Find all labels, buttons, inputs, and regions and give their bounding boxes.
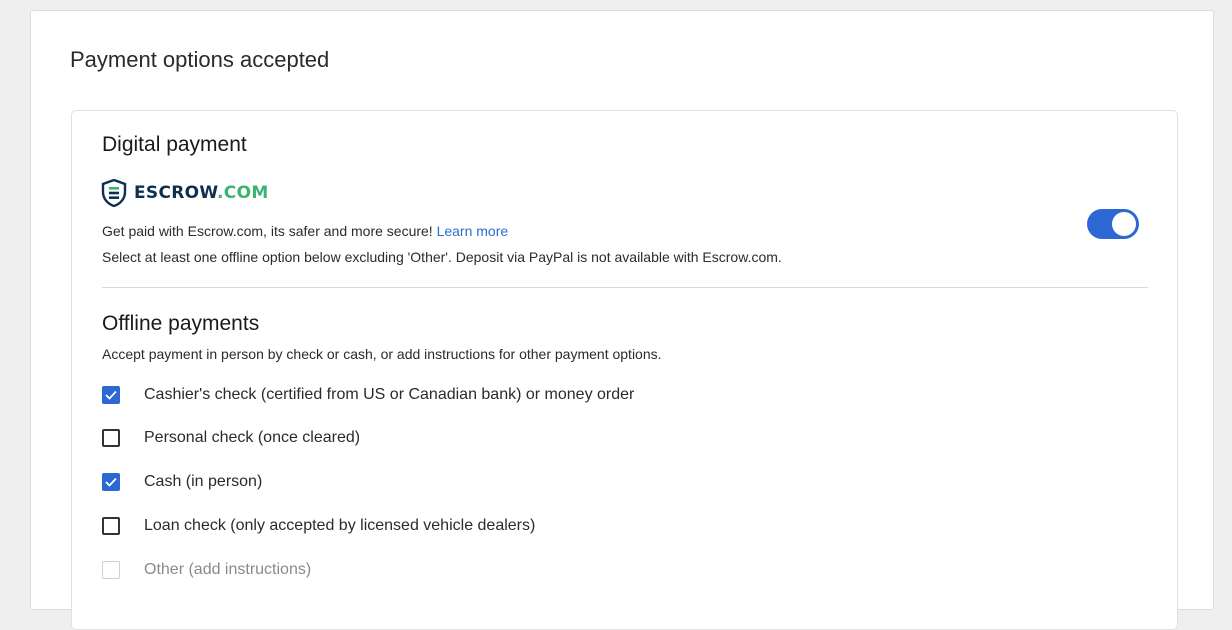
payment-option-checkbox: [102, 561, 120, 579]
payment-option-4: Other (add instructions): [102, 558, 311, 582]
payment-option-0[interactable]: Cashier's check (certified from US or Ca…: [102, 383, 634, 407]
payment-option-checkbox[interactable]: [102, 517, 120, 535]
payment-option-checkbox[interactable]: [102, 429, 120, 447]
page-title: Payment options accepted: [70, 47, 330, 72]
payment-option-checkbox[interactable]: [102, 386, 120, 404]
checkmark-icon: [105, 390, 117, 400]
section-divider: [102, 287, 1148, 288]
payment-option-label: Personal check (once cleared): [144, 429, 361, 446]
offline-payments-heading: Offline payments: [102, 312, 260, 335]
escrow-toggle[interactable]: [1087, 209, 1139, 239]
payment-option-1[interactable]: Personal check (once cleared): [102, 426, 360, 450]
escrow-note: Select at least one offline option below…: [102, 249, 782, 265]
payment-option-label: Other (add instructions): [144, 561, 312, 578]
payment-option-label: Loan check (only accepted by licensed ve…: [144, 517, 536, 534]
payment-options-panel: Payment options accepted Digital payment…: [30, 10, 1214, 630]
toggle-knob: [1112, 212, 1136, 236]
escrow-shield-icon: [101, 179, 127, 207]
offline-payments-description: Accept payment in person by check or cas…: [102, 346, 662, 362]
payment-option-3[interactable]: Loan check (only accepted by licensed ve…: [102, 514, 535, 538]
escrow-description: Get paid with Escrow.com, its safer and …: [102, 223, 509, 239]
payment-options-card: Digital payment ESCROW.COM Get paid with…: [71, 110, 1178, 630]
learn-more-link[interactable]: Learn more: [437, 223, 509, 239]
checkmark-icon: [105, 477, 117, 487]
payment-option-label: Cash (in person): [144, 473, 263, 490]
escrow-wordmark: ESCROW.COM: [134, 183, 269, 203]
escrow-logo: ESCROW.COM: [101, 178, 269, 208]
digital-payment-heading: Digital payment: [102, 133, 247, 156]
payment-option-label: Cashier's check (certified from US or Ca…: [144, 386, 635, 403]
payment-option-2[interactable]: Cash (in person): [102, 470, 262, 494]
payment-option-checkbox[interactable]: [102, 473, 120, 491]
